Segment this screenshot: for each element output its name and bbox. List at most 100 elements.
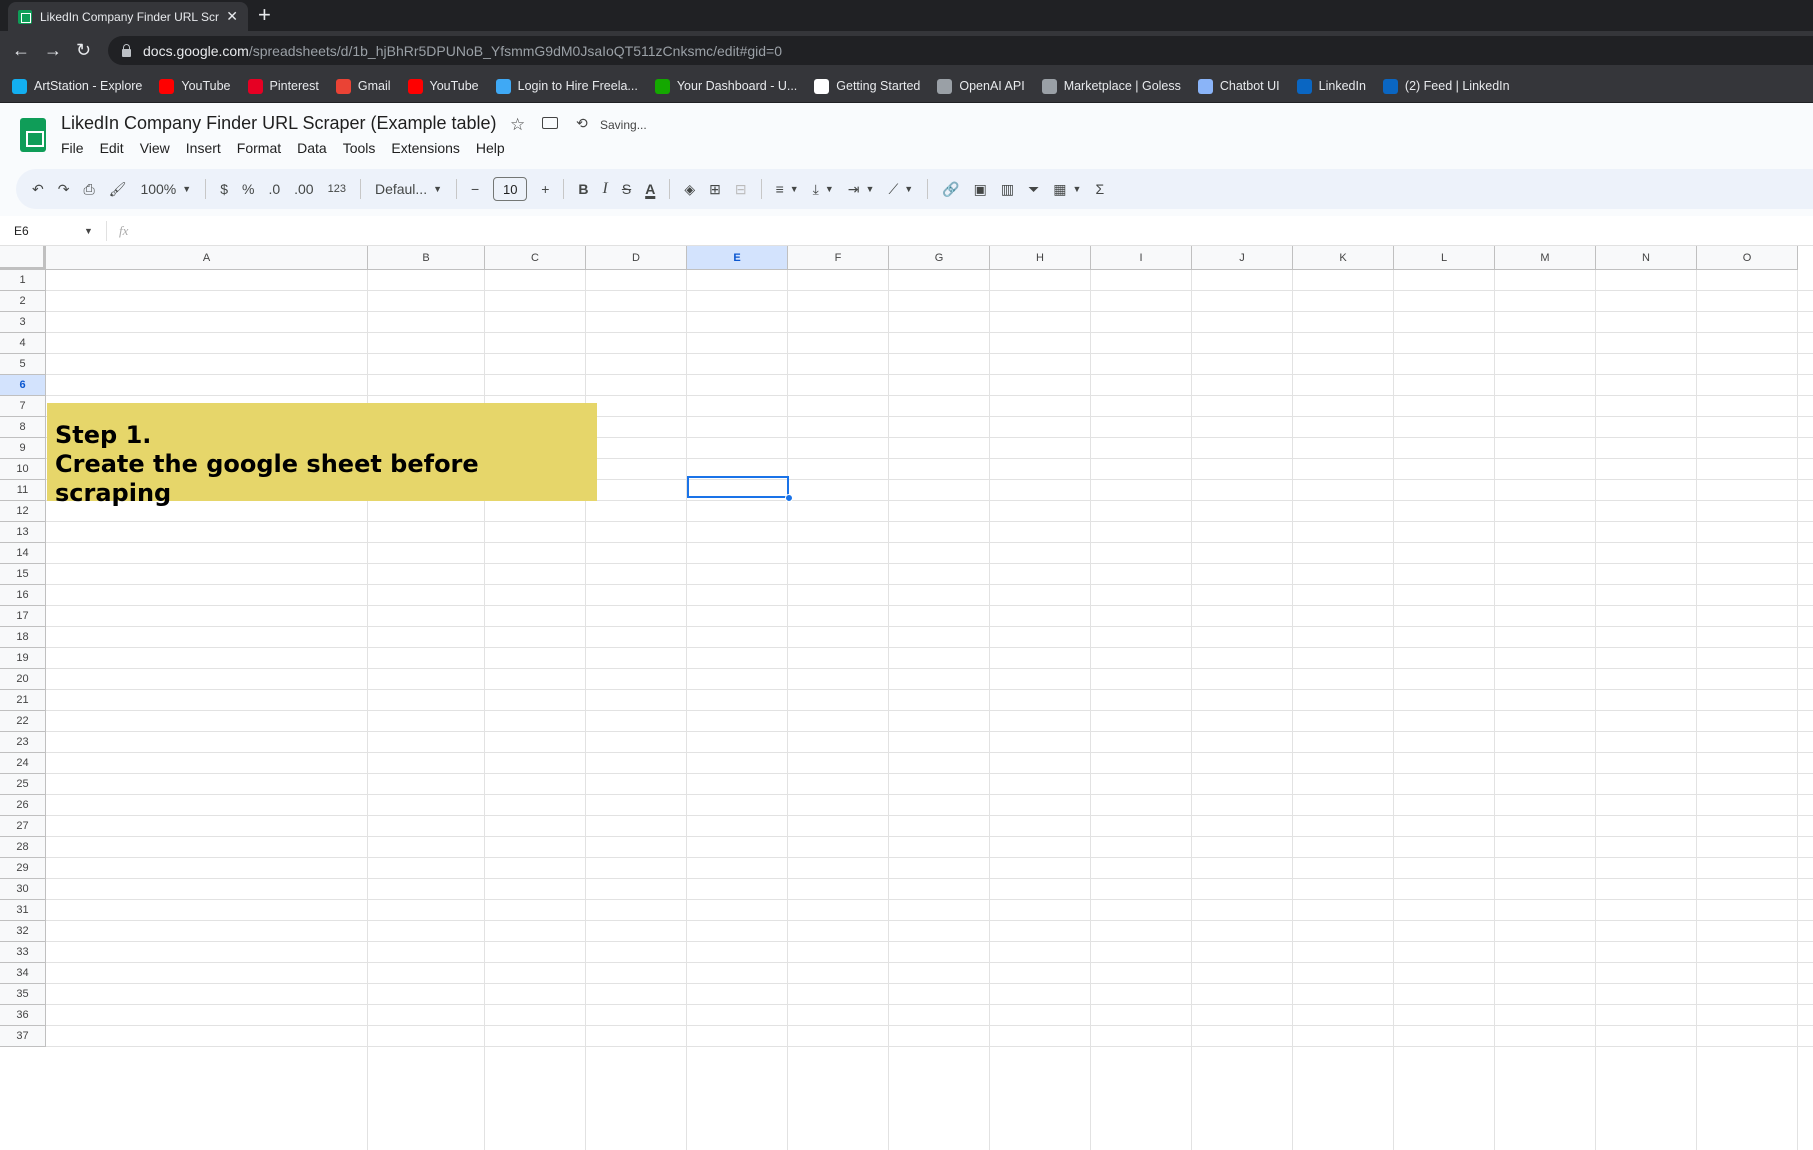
bookmark-item[interactable]: YouTube [407, 78, 479, 94]
bookmark-item[interactable]: Gmail [335, 78, 391, 94]
column-header-d[interactable]: D [586, 246, 687, 270]
row-header[interactable]: 21 [0, 690, 46, 711]
filter-views-icon[interactable]: ▦ ▼ [1053, 181, 1081, 198]
column-header-k[interactable]: K [1293, 246, 1394, 270]
menu-tools[interactable]: Tools [343, 140, 376, 156]
row-header[interactable]: 13 [0, 522, 46, 543]
text-color-button[interactable]: A [645, 181, 655, 197]
column-header-a[interactable]: A [46, 246, 368, 270]
row-header[interactable]: 35 [0, 984, 46, 1005]
row-header[interactable]: 31 [0, 900, 46, 921]
borders-icon[interactable]: ⊞ [709, 181, 721, 198]
column-header-c[interactable]: C [485, 246, 586, 270]
menu-data[interactable]: Data [297, 140, 327, 156]
new-tab-icon[interactable]: + [258, 3, 271, 27]
column-header-i[interactable]: I [1091, 246, 1192, 270]
insert-comment-icon[interactable]: ▣ [974, 181, 987, 198]
row-header[interactable]: 8 [0, 417, 46, 438]
zoom-select[interactable]: 100% ▼ [140, 181, 191, 197]
menu-edit[interactable]: Edit [100, 140, 124, 156]
forward-icon[interactable]: → [44, 39, 62, 61]
reload-icon[interactable]: ↻ [76, 39, 91, 61]
menu-format[interactable]: Format [237, 140, 281, 156]
merge-cells-icon[interactable]: ⊟ [735, 181, 747, 198]
column-header-g[interactable]: G [889, 246, 990, 270]
insert-chart-icon[interactable]: ▥ [1001, 181, 1014, 198]
row-header[interactable]: 5 [0, 354, 46, 375]
row-header[interactable]: 6 [0, 375, 46, 396]
bookmark-item[interactable]: LinkedIn [1296, 78, 1366, 94]
filter-icon[interactable]: ⏷ [1028, 181, 1039, 198]
text-wrap-icon[interactable]: ⇥ ▼ [848, 181, 875, 198]
row-header[interactable]: 20 [0, 669, 46, 690]
row-header[interactable]: 7 [0, 396, 46, 417]
row-header[interactable]: 23 [0, 732, 46, 753]
functions-button[interactable]: Σ [1095, 181, 1104, 197]
column-header-h[interactable]: H [990, 246, 1091, 270]
decrease-font-size-icon[interactable]: − [471, 181, 479, 197]
menu-insert[interactable]: Insert [186, 140, 221, 156]
browser-tab[interactable]: LikedIn Company Finder URL Scr ✕ [8, 2, 248, 31]
font-select[interactable]: Defaul... ▼ [375, 181, 442, 197]
row-header[interactable]: 3 [0, 312, 46, 333]
fill-color-icon[interactable]: ◈ [684, 181, 695, 198]
decrease-decimal-button[interactable]: .0 [268, 181, 280, 197]
row-header[interactable]: 14 [0, 543, 46, 564]
url-field[interactable]: docs.google.com /spreadsheets/d/1b_hjBhR… [108, 36, 1813, 65]
increase-decimal-button[interactable]: .00 [294, 181, 313, 197]
row-header[interactable]: 32 [0, 921, 46, 942]
row-header[interactable]: 34 [0, 963, 46, 984]
step-note-drawing[interactable]: Step 1. Create the google sheet before s… [47, 403, 597, 507]
row-header[interactable]: 11 [0, 480, 46, 501]
row-header[interactable]: 27 [0, 816, 46, 837]
bookmark-item[interactable]: ArtStation - Explore [12, 78, 142, 94]
row-header[interactable]: 19 [0, 648, 46, 669]
select-all-corner[interactable] [0, 246, 46, 270]
sheets-logo-icon[interactable] [20, 118, 46, 152]
column-header-m[interactable]: M [1495, 246, 1596, 270]
column-header-f[interactable]: F [788, 246, 889, 270]
row-header[interactable]: 22 [0, 711, 46, 732]
row-header[interactable]: 36 [0, 1005, 46, 1026]
row-header[interactable]: 29 [0, 858, 46, 879]
column-header-n[interactable]: N [1596, 246, 1697, 270]
bookmark-item[interactable]: OpenAI API [937, 78, 1025, 94]
menu-help[interactable]: Help [476, 140, 505, 156]
column-header-e[interactable]: E [687, 246, 788, 270]
font-size-field[interactable]: 10 [493, 177, 528, 201]
menu-extensions[interactable]: Extensions [391, 140, 459, 156]
spreadsheet-grid[interactable]: A B C D E F G H I J K L M N O 1 2 3 4 5 6 7 8 9 10 11 12 13 14 15 16 17… [0, 246, 1813, 1150]
column-header-l[interactable]: L [1394, 246, 1495, 270]
bookmark-item[interactable]: Chatbot UI [1197, 78, 1280, 94]
redo-icon[interactable]: ↷ [58, 181, 70, 198]
bookmark-item[interactable]: Pinterest [247, 78, 319, 94]
row-header[interactable]: 9 [0, 438, 46, 459]
fill-handle[interactable] [785, 494, 793, 502]
row-header[interactable]: 1 [0, 270, 46, 291]
menu-file[interactable]: File [61, 140, 84, 156]
bookmark-item[interactable]: YouTube [159, 78, 231, 94]
bookmark-item[interactable]: Your Dashboard - U... [654, 78, 797, 94]
currency-format-button[interactable]: $ [220, 181, 228, 197]
back-icon[interactable]: ← [12, 39, 30, 61]
row-header[interactable]: 37 [0, 1026, 46, 1047]
star-icon[interactable]: ☆ [510, 115, 525, 135]
move-folder-icon[interactable] [542, 117, 558, 129]
insert-link-icon[interactable]: 🔗 [942, 181, 959, 198]
percent-format-button[interactable]: % [242, 181, 254, 197]
bookmark-item[interactable]: (2) Feed | LinkedIn [1382, 78, 1510, 94]
bookmark-item[interactable]: Login to Hire Freela... [495, 78, 638, 94]
more-formats-button[interactable]: 123 [328, 183, 346, 195]
increase-font-size-icon[interactable]: + [541, 181, 549, 197]
strikethrough-icon[interactable]: S [622, 181, 631, 197]
paint-format-icon[interactable]: 🖌 [109, 181, 127, 198]
row-header[interactable]: 15 [0, 564, 46, 585]
row-header[interactable]: 33 [0, 942, 46, 963]
bookmark-item[interactable]: Marketplace | Goless [1041, 78, 1181, 94]
italic-button[interactable]: I [603, 180, 608, 198]
row-header[interactable]: 10 [0, 459, 46, 480]
row-header[interactable]: 12 [0, 501, 46, 522]
column-header-j[interactable]: J [1192, 246, 1293, 270]
vertical-align-icon[interactable]: ⤓ ▼ [813, 181, 834, 198]
row-header[interactable]: 26 [0, 795, 46, 816]
